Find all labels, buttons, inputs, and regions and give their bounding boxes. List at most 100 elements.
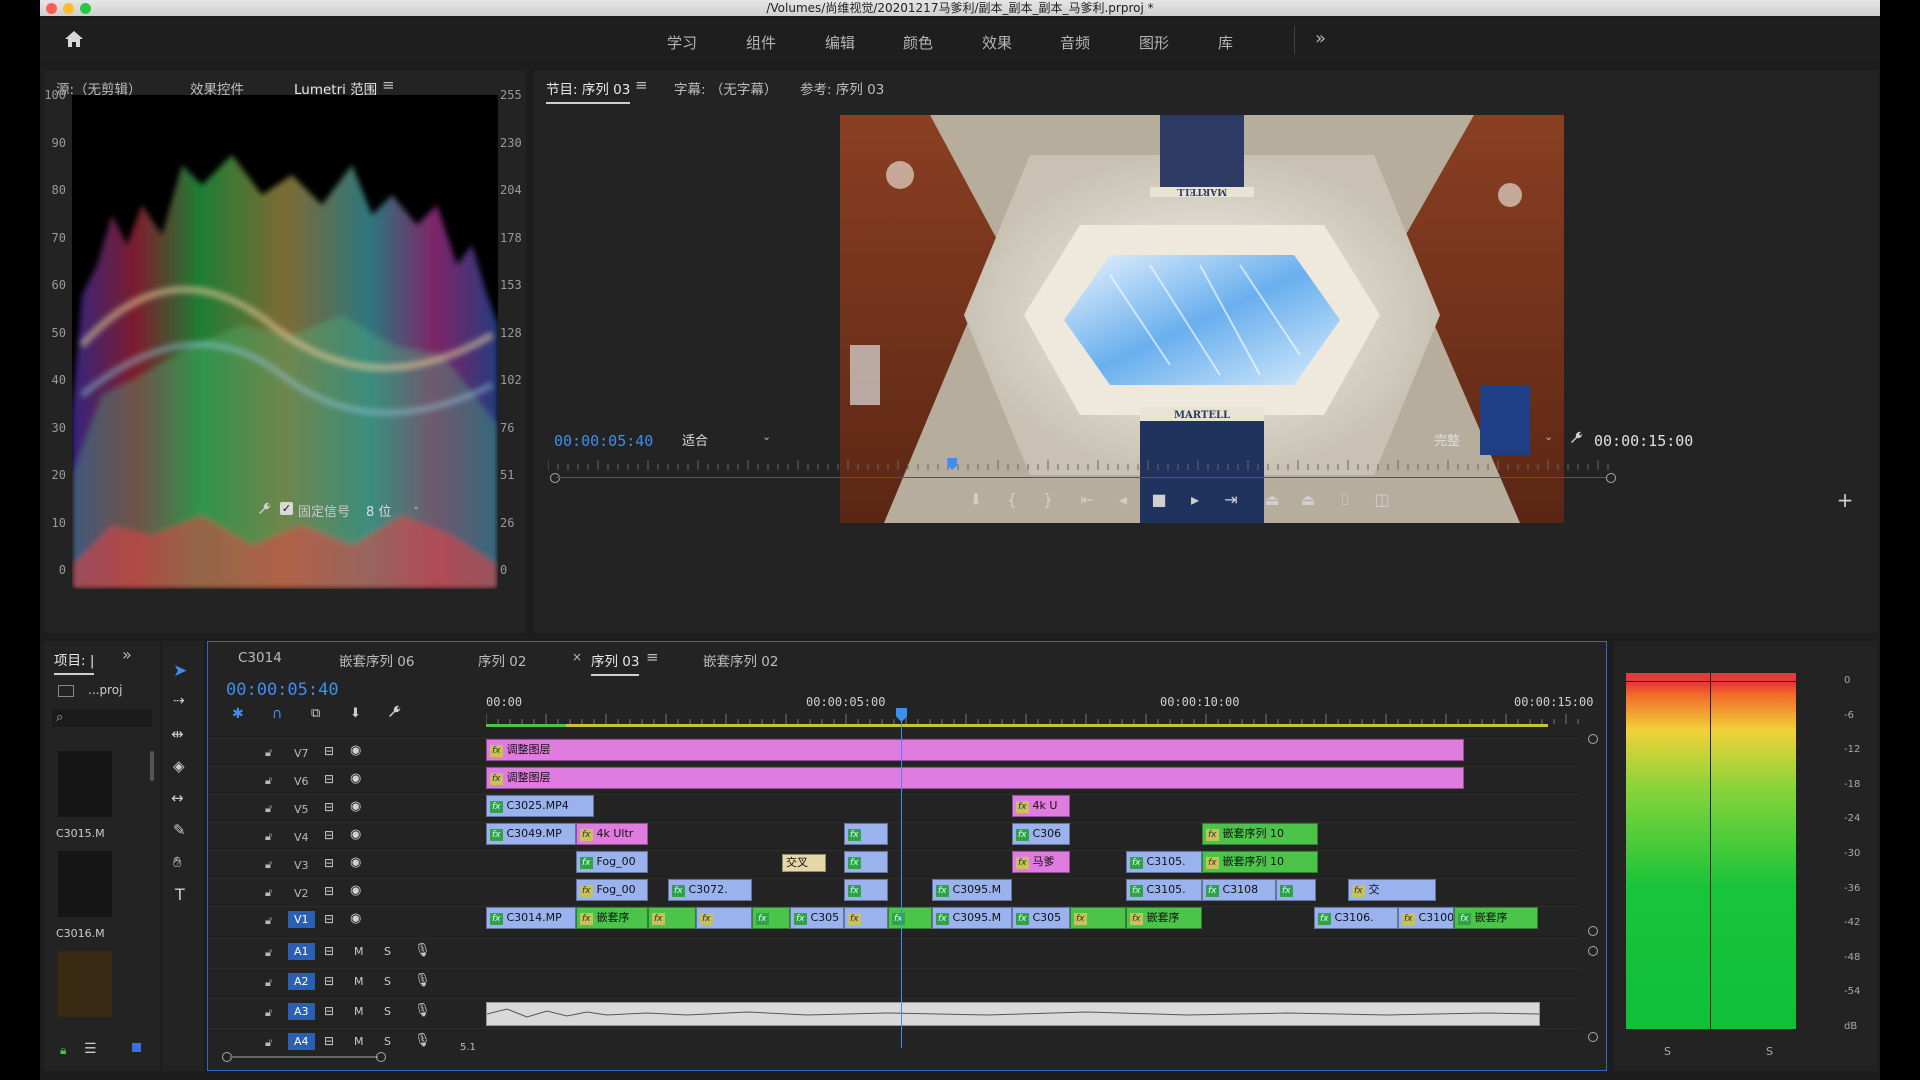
wrench-icon[interactable] — [1570, 431, 1584, 449]
solo-button[interactable]: S — [384, 975, 391, 988]
tab-reference[interactable]: 参考: 序列 03 — [800, 78, 884, 98]
audio-vscroll-handle[interactable] — [1588, 1032, 1598, 1042]
project-scrollbar[interactable] — [150, 751, 154, 781]
mute-button[interactable]: M — [354, 975, 364, 988]
eye-icon[interactable]: ◉ — [350, 799, 361, 814]
filmstrip-icon[interactable]: ⊟ — [324, 744, 334, 758]
chevron-down-icon[interactable]: ⌄ — [762, 430, 771, 443]
ripple-edit-tool-icon[interactable]: ⇹ — [171, 725, 184, 743]
audio-vscroll-handle[interactable] — [1588, 946, 1598, 956]
eye-icon[interactable]: ◉ — [350, 855, 361, 870]
filmstrip-icon[interactable]: ⊟ — [324, 1004, 334, 1018]
step-forward-icon[interactable]: ▸ — [1184, 490, 1206, 509]
filmstrip-icon[interactable]: ⊟ — [324, 800, 334, 814]
workspace-audio[interactable]: 音频 — [1060, 32, 1090, 53]
mute-button[interactable]: M — [354, 945, 364, 958]
lock-icon[interactable]: 🔓︎ — [265, 886, 272, 900]
clip-a3-audio[interactable] — [486, 1002, 1540, 1026]
panel-menu-icon[interactable]: ≡ — [635, 76, 648, 94]
track-label-v6[interactable]: V6 — [294, 775, 309, 788]
clip-thumbnail[interactable] — [58, 751, 112, 817]
bit-depth-select[interactable]: 8 位 — [366, 501, 391, 520]
track-label-v2[interactable]: V2 — [294, 887, 309, 900]
workspace-assembly[interactable]: 组件 — [746, 32, 776, 53]
clip-v1-c3095[interactable]: fx C3095.M — [932, 907, 1012, 929]
hscroll-bar[interactable] — [230, 1056, 378, 1058]
clip-v2-small[interactable]: fx — [844, 879, 888, 901]
mark-out-icon[interactable]: } — [1037, 490, 1059, 509]
clip-v1-c305[interactable]: fx C305 — [790, 907, 844, 929]
clip-v1-fx-a[interactable]: fx — [648, 907, 696, 929]
list-view-icon[interactable]: ☰ — [84, 1041, 97, 1057]
minimize-window-button[interactable] — [63, 3, 74, 14]
tab-project[interactable]: 项目: | — [54, 649, 95, 675]
solo-button[interactable]: S — [384, 1005, 391, 1018]
timeline-ruler[interactable] — [485, 712, 1586, 724]
hscroll-handle-right[interactable] — [376, 1052, 386, 1062]
hand-tool-icon[interactable]: ✋︎ — [173, 853, 182, 871]
export-frame-icon[interactable]: ⌷ — [1334, 490, 1356, 510]
workspace-libraries[interactable]: 库 — [1218, 32, 1233, 53]
tab-nested-06[interactable]: 嵌套序列 06 — [339, 650, 414, 670]
lock-icon[interactable]: 🔓︎ — [265, 802, 272, 816]
clip-v4-c3049[interactable]: fx C3049.MP — [486, 823, 576, 845]
snap-icon[interactable]: ∩ — [272, 706, 282, 722]
track-label-v7[interactable]: V7 — [294, 747, 309, 760]
panel-menu-icon[interactable]: ≡ — [646, 648, 659, 666]
add-button-icon[interactable]: + — [1834, 488, 1856, 512]
clip-v2-c3095[interactable]: fx C3095.M — [932, 879, 1012, 901]
eye-icon[interactable]: ◉ — [350, 743, 361, 758]
clip-v5-4k[interactable]: fx 4k U — [1012, 795, 1070, 817]
icon-view-icon[interactable] — [132, 1043, 141, 1052]
tab-sequence-02[interactable]: 序列 02 — [478, 650, 526, 670]
microphone-icon[interactable]: 🎙︎ — [414, 973, 431, 988]
track-label-v1[interactable]: V1 — [288, 911, 315, 928]
clip-v2-transition[interactable]: fx 交 — [1348, 879, 1436, 901]
mute-button[interactable]: M — [354, 1035, 364, 1048]
eye-icon[interactable]: ◉ — [350, 827, 361, 842]
clip-v1-nested[interactable]: fx 嵌套序 — [576, 907, 648, 929]
microphone-icon[interactable]: 🎙︎ — [414, 1033, 431, 1048]
tab-sequence-c3014[interactable]: C3014 — [238, 650, 282, 666]
more-workspaces-icon[interactable]: » — [1315, 28, 1326, 49]
clip-v1-c3100[interactable]: fx C3100 — [1398, 907, 1454, 929]
panel-menu-icon[interactable]: ≡ — [382, 76, 395, 94]
clip-v4-4k-ultra[interactable]: fx 4k Ultr — [576, 823, 648, 845]
workspace-graphics[interactable]: 图形 — [1139, 32, 1169, 53]
track-label-a2[interactable]: A2 — [288, 973, 315, 990]
timeline-current-timecode[interactable]: 00:00:05:40 — [226, 680, 339, 700]
workspace-editing[interactable]: 编辑 — [825, 32, 855, 53]
wrench-icon[interactable] — [258, 502, 272, 520]
lock-icon[interactable]: 🔓︎ — [265, 914, 272, 928]
more-panels-icon[interactable]: » — [122, 645, 132, 664]
clip-v3-c3105[interactable]: fx C3105. — [1126, 851, 1202, 873]
zoom-handle-right[interactable] — [1606, 473, 1616, 483]
solo-button[interactable]: S — [384, 1035, 391, 1048]
add-marker-icon[interactable]: ⬇ — [965, 490, 987, 509]
zoom-bar[interactable] — [556, 477, 1606, 478]
mark-in-icon[interactable]: { — [1001, 490, 1023, 509]
clip-v2-small-b[interactable]: fx — [1276, 879, 1316, 901]
clip-v2-fog[interactable]: fx Fog_00 — [576, 879, 648, 901]
track-label-a1[interactable]: A1 — [288, 943, 315, 960]
clip-v1-fx-d[interactable]: fx — [844, 907, 888, 929]
slip-tool-icon[interactable]: ↔ — [171, 789, 184, 807]
filmstrip-icon[interactable]: ⊟ — [324, 856, 334, 870]
clip-v1-fx-b[interactable]: fx — [696, 907, 752, 929]
lock-icon[interactable]: 🔓︎ — [265, 774, 272, 788]
track-label-a3[interactable]: A3 — [288, 1003, 315, 1020]
solo-button[interactable]: S — [384, 945, 391, 958]
zoom-handle-left[interactable] — [550, 473, 560, 483]
filmstrip-icon[interactable]: ⊟ — [324, 912, 334, 926]
filmstrip-icon[interactable]: ⊟ — [324, 772, 334, 786]
track-select-tool-icon[interactable]: ⇢ — [173, 693, 185, 709]
microphone-icon[interactable]: 🎙︎ — [414, 943, 431, 958]
clip-v1-fx-f[interactable]: fx — [1070, 907, 1126, 929]
tab-nested-02[interactable]: 嵌套序列 02 — [703, 650, 778, 670]
zoom-window-button[interactable] — [80, 3, 91, 14]
workspace-color[interactable]: 颜色 — [903, 32, 933, 53]
close-tab-icon[interactable]: × — [572, 650, 582, 664]
project-search-input[interactable] — [52, 709, 152, 727]
lock-icon[interactable]: 🔓︎ — [265, 830, 272, 844]
eye-icon[interactable]: ◉ — [350, 883, 361, 898]
